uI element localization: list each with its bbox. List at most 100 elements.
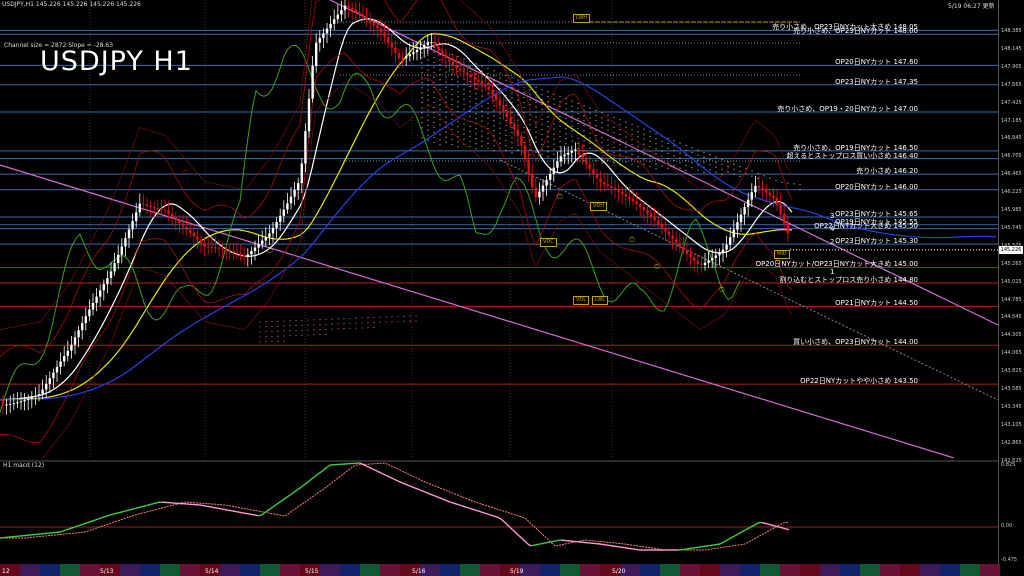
candle-body — [333, 19, 336, 24]
cloud-dot — [493, 125, 495, 127]
candle-body — [246, 254, 249, 257]
candle-body — [545, 179, 548, 186]
cloud-dot — [433, 71, 435, 74]
cloud-dot — [517, 149, 519, 151]
candle-body — [775, 197, 779, 205]
cloud-dot — [727, 171, 729, 173]
cloud-dot — [457, 121, 459, 123]
cloud-dot — [409, 320, 411, 322]
cloud-dot — [601, 117, 603, 119]
cloud-dot — [613, 141, 615, 144]
price-tick: 146.465 — [1001, 171, 1022, 178]
level-annotation: OP20日NYカット 147.60 — [835, 58, 918, 67]
macd-line — [530, 544, 535, 547]
candle-body — [48, 378, 51, 384]
price-tick: 143.105 — [1001, 421, 1022, 428]
cloud-dot — [523, 126, 525, 129]
candle-body — [181, 223, 185, 227]
macd-line — [458, 504, 463, 507]
price-axis[interactable]: 148.385 148.145 147.905 147.665 147.425 147.1… — [998, 0, 1024, 564]
cloud-dot — [475, 93, 477, 95]
cloud-dot — [439, 79, 441, 81]
cloud-dot — [511, 77, 513, 79]
cloud-dot — [517, 109, 519, 111]
price-tick: 144.065 — [1001, 350, 1022, 357]
candle-body — [156, 208, 159, 210]
cloud-dot — [475, 63, 477, 65]
macd-line — [383, 473, 388, 477]
macd-line — [380, 472, 385, 476]
cloud-dot — [643, 163, 645, 165]
cloud-dot — [307, 334, 309, 336]
cloud-dot — [505, 144, 507, 147]
candle-body — [19, 401, 23, 403]
cloud-dot — [433, 81, 435, 84]
cloud-dot — [535, 121, 537, 123]
macd-subwindow[interactable] — [0, 460, 998, 564]
candle-body — [743, 207, 746, 215]
cloud-dot — [535, 96, 537, 98]
cloud-dot — [427, 89, 429, 91]
candle-body — [113, 263, 116, 272]
cloud-dot — [421, 137, 423, 139]
cloud-dot — [691, 167, 693, 169]
cloud-dot — [439, 84, 441, 86]
cloud-dot — [649, 130, 651, 133]
candle-body — [34, 395, 37, 398]
cloud-dot — [487, 122, 489, 125]
cloud-dot — [649, 145, 651, 148]
candle-body — [549, 173, 552, 180]
cloud-dot — [451, 83, 453, 86]
cloud-dot — [301, 319, 303, 321]
cloud-dot — [505, 149, 507, 152]
cloud-dot — [649, 165, 651, 168]
session-bar — [360, 564, 380, 576]
cloud-dot — [691, 147, 693, 149]
time-tick: 5/20 — [612, 568, 626, 575]
cloud-dot — [457, 56, 459, 58]
candle-body — [678, 242, 681, 247]
macd-line — [113, 512, 118, 515]
macd-line — [275, 502, 280, 506]
cloud-dot — [583, 150, 585, 152]
macd-line — [290, 491, 295, 495]
level-annotation: 割り込むとストップロス売り小さめ 144.80 — [779, 276, 918, 285]
cloud-dot — [529, 99, 531, 101]
candle-body — [379, 28, 383, 33]
cloud-dot — [487, 132, 489, 135]
macd-line — [554, 539, 559, 542]
candle-body — [613, 187, 617, 190]
cloud-dot — [457, 146, 459, 148]
cloud-dot — [445, 71, 447, 73]
cloud-dot — [541, 108, 543, 111]
cloud-dot — [499, 137, 501, 139]
cloud-dot — [655, 168, 657, 170]
cloud-dot — [673, 165, 675, 167]
macd-line — [752, 523, 757, 527]
candle-body — [520, 136, 523, 146]
cloud-dot — [589, 112, 591, 114]
macd-line — [398, 480, 403, 484]
session-bar — [320, 564, 340, 576]
cloud-dot — [301, 334, 303, 336]
cloud-dot — [313, 334, 315, 336]
cloud-dot — [427, 64, 429, 66]
cloud-dot — [565, 108, 567, 110]
cloud-dot — [625, 126, 627, 128]
cloud-dot — [493, 145, 495, 147]
cloud-dot — [643, 138, 645, 140]
macd-line — [740, 530, 745, 534]
cloud-dot — [541, 93, 543, 96]
macd-line — [98, 517, 103, 520]
cloud-dot — [331, 328, 333, 330]
time-axis[interactable]: 12 5/13 5/14 5/15 5/16 5/19 5/20 — [0, 564, 1024, 576]
cloud-dot — [643, 148, 645, 150]
cloud-dot — [499, 87, 501, 89]
cloud-dot — [355, 322, 357, 324]
candle-body — [59, 361, 62, 367]
price-tick: 143.825 — [1001, 368, 1022, 375]
cloud-dot — [469, 145, 471, 148]
cloud-dot — [265, 331, 267, 333]
cloud-dot — [349, 327, 351, 330]
chart-tag: VDH — [590, 202, 608, 211]
